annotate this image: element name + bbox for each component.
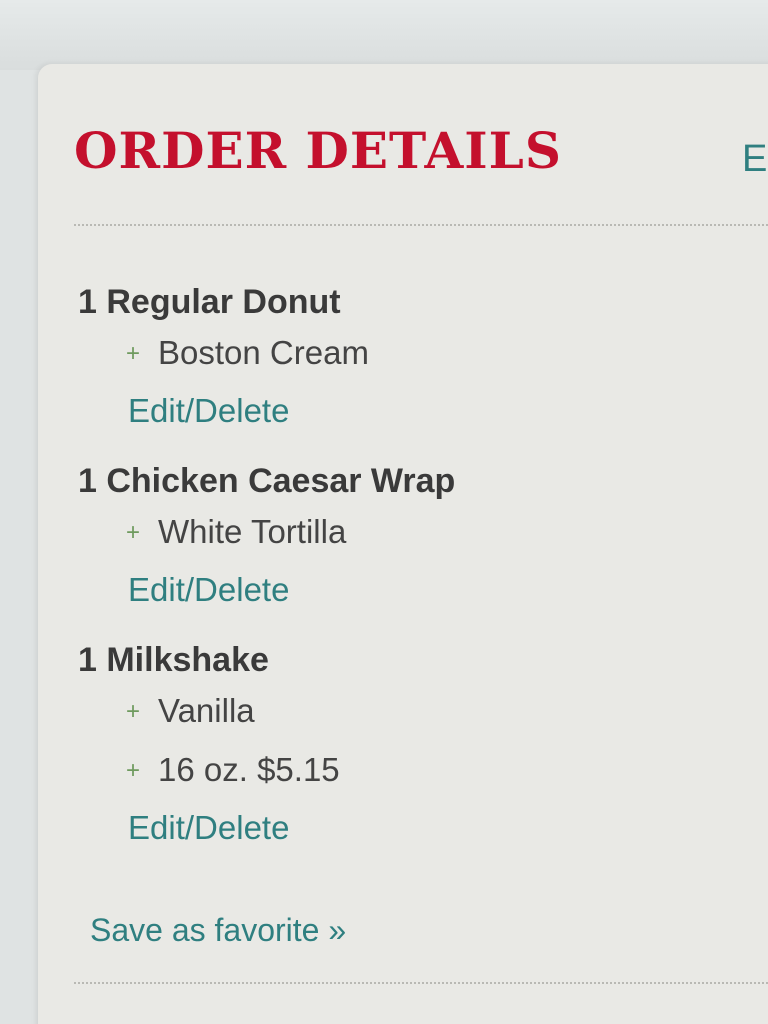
action-separator: / (184, 392, 195, 429)
header-divider (74, 224, 768, 226)
item-actions: Edit/Delete (78, 562, 718, 618)
order-item: 1 Regular Donut + Boston Cream Edit/Delet… (78, 280, 718, 439)
item-option: + White Tortilla (78, 503, 718, 562)
option-label: White Tortilla (158, 513, 347, 550)
item-name: 1 Regular Donut (78, 283, 341, 321)
option-label: Vanilla (158, 692, 255, 729)
delete-link[interactable]: Delete (194, 392, 289, 429)
order-item: 1 Chicken Caesar Wrap + White Tortilla Ed… (78, 459, 718, 618)
footer-divider (74, 982, 768, 984)
action-separator: / (184, 809, 195, 846)
order-item-list: 1 Regular Donut + Boston Cream Edit/Delet… (78, 280, 718, 876)
delete-link[interactable]: Delete (194, 809, 289, 846)
item-option: +16 oz. $5.15 (78, 741, 718, 800)
page-title: ORDER DETAILS (74, 121, 562, 180)
order-item: 1 Milkshake + Vanilla +16 oz. $5.15 Edit/… (78, 638, 718, 856)
item-actions: Edit/Delete (78, 800, 718, 856)
edit-link[interactable]: Edit (128, 392, 185, 429)
item-option: + Boston Cream (78, 324, 718, 383)
item-actions: Edit/Delete (78, 383, 718, 439)
save-as-favorite-link[interactable]: Save as favorite » (90, 912, 346, 949)
plus-icon: + (126, 757, 141, 784)
action-separator: / (184, 571, 195, 608)
item-name: 1 Chicken Caesar Wrap (78, 462, 456, 500)
edit-link[interactable]: Edit (128, 571, 185, 608)
option-label: Boston Cream (158, 334, 369, 371)
screen-background (0, 0, 768, 70)
delete-link[interactable]: Delete (194, 571, 289, 608)
adjacent-tab-label[interactable]: E (742, 140, 767, 178)
item-name: 1 Milkshake (78, 641, 269, 679)
plus-icon: + (126, 519, 141, 546)
edit-link[interactable]: Edit (128, 809, 185, 846)
item-option: + Vanilla (78, 682, 718, 741)
plus-icon: + (126, 698, 141, 725)
plus-icon: + (126, 340, 141, 367)
option-label: 16 oz. $5.15 (158, 751, 340, 788)
